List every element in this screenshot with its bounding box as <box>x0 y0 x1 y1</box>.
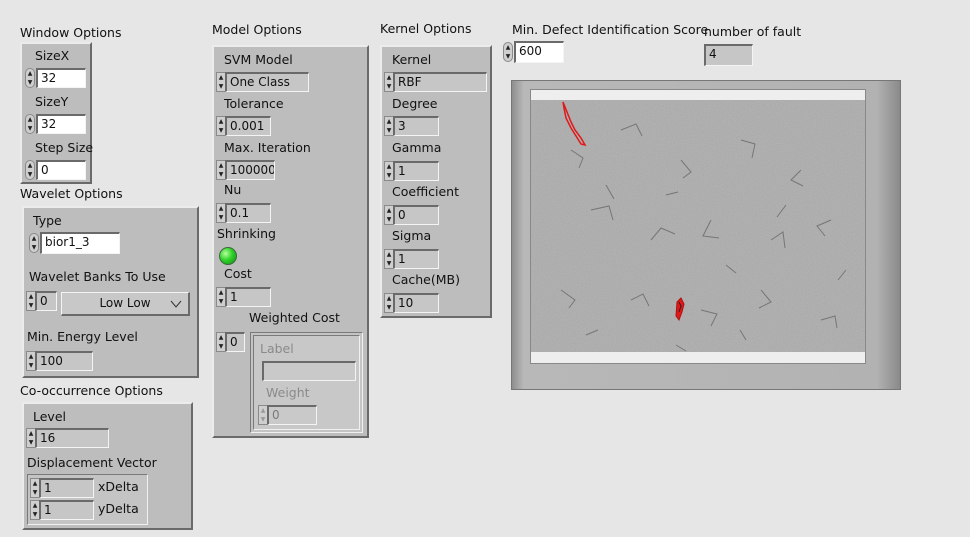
ydelta-label: yDelta <box>98 501 139 516</box>
window-options-title: Window Options <box>20 25 122 40</box>
coefficient-input[interactable]: 0 <box>393 205 439 225</box>
degree-label: Degree <box>392 96 438 111</box>
xdelta-input[interactable]: 1 <box>39 478 94 498</box>
weighted-weight-input[interactable]: 0 <box>267 405 317 425</box>
weighted-cost-index[interactable]: 0 <box>225 332 245 352</box>
svm-model-label: SVM Model <box>224 52 293 67</box>
image-display-frame <box>511 80 901 390</box>
number-of-fault-indicator: 4 <box>704 44 753 66</box>
model-options-title: Model Options <box>212 22 302 37</box>
step-size-input[interactable]: 0 <box>36 160 86 180</box>
cache-label: Cache(MB) <box>392 272 460 287</box>
level-label: Level <box>33 409 66 424</box>
displacement-vector-cluster: ▲ ▼ 1 xDelta ▲ ▼ 1 yDelta <box>27 474 148 525</box>
step-size-spinner[interactable]: ▲ ▼ <box>25 160 35 180</box>
tolerance-label: Tolerance <box>224 96 284 111</box>
window-options-cluster: SizeX ▲ ▼ 32 SizeY ▲ ▼ 32 Step Size ▲ ▼ 0 <box>20 42 94 184</box>
model-options-cluster: SVM Model ▲ ▼ One Class Tolerance ▲ ▼ 0.00… <box>212 45 369 438</box>
tolerance-input[interactable]: 0.001 <box>225 116 271 136</box>
min-defect-score-spinner[interactable]: ▲ ▼ <box>503 42 513 62</box>
cache-input[interactable]: 10 <box>393 293 439 313</box>
gamma-label: Gamma <box>392 140 442 155</box>
min-energy-label: Min. Energy Level <box>27 329 138 344</box>
degree-input[interactable]: 3 <box>393 116 439 136</box>
wavelet-type-input[interactable]: bior1_3 <box>40 232 120 254</box>
sizey-spinner[interactable]: ▲ ▼ <box>25 114 35 134</box>
wavelet-banks-label: Wavelet Banks To Use <box>29 269 166 284</box>
xdelta-label: xDelta <box>98 479 139 494</box>
nu-input[interactable]: 0.1 <box>225 203 271 223</box>
wavelet-banks-value: Low Low <box>99 296 151 310</box>
wavelet-banks-dropdown[interactable]: Low Low <box>61 292 190 316</box>
kernel-options-cluster: Kernel ▲ ▼ RBF Degree ▲ ▼ 3 Gamma ▲ ▼ 1 Coe… <box>380 45 492 318</box>
defect-image[interactable] <box>530 89 866 364</box>
sizey-input[interactable]: 32 <box>36 114 86 134</box>
wavelet-banks-index[interactable]: 0 <box>35 291 57 311</box>
coefficient-label: Coefficient <box>392 184 460 199</box>
kernel-label: Kernel <box>392 52 432 67</box>
number-of-fault-label: number of fault <box>704 24 802 39</box>
weighted-label-label: Label <box>260 341 294 356</box>
wavelet-type-label: Type <box>33 213 62 228</box>
cost-input[interactable]: 1 <box>225 287 271 307</box>
chevron-down-icon <box>170 300 182 308</box>
min-energy-input[interactable]: 100 <box>35 351 93 371</box>
displacement-vector-label: Displacement Vector <box>27 455 157 470</box>
min-defect-score-label: Min. Defect Identification Score <box>512 22 709 37</box>
wavelet-type-spinner[interactable]: ▲ ▼ <box>29 233 39 253</box>
max-iteration-input[interactable]: 100000 <box>225 160 275 180</box>
defect-outline-1 <box>562 101 587 147</box>
level-input[interactable]: 16 <box>35 428 109 448</box>
wavelet-options-title: Wavelet Options <box>20 186 123 201</box>
cooccurrence-options-cluster: Level ▲ ▼ 16 Displacement Vector ▲ ▼ 1 xDe… <box>22 402 193 530</box>
min-defect-score-input[interactable]: 600 <box>514 41 564 63</box>
weighted-weight-label: Weight <box>266 385 310 400</box>
shrinking-led-toggle[interactable] <box>219 247 237 265</box>
ydelta-input[interactable]: 1 <box>39 500 94 520</box>
weighted-cost-array: Label Weight ▲ ▼ 0 <box>250 332 363 433</box>
sizex-label: SizeX <box>35 48 70 63</box>
kernel-select[interactable]: RBF <box>393 72 487 92</box>
sigma-input[interactable]: 1 <box>393 249 439 269</box>
step-size-label: Step Size <box>35 140 94 155</box>
nu-label: Nu <box>224 182 242 197</box>
weighted-cost-element: Label Weight ▲ ▼ 0 <box>253 335 360 430</box>
max-iteration-label: Max. Iteration <box>224 140 311 155</box>
weighted-label-input[interactable] <box>262 361 356 381</box>
cooccurrence-options-title: Co-occurrence Options <box>20 383 163 398</box>
defect-overlay <box>562 101 685 322</box>
weighted-cost-label: Weighted Cost <box>249 310 340 325</box>
sigma-label: Sigma <box>392 228 432 243</box>
wavelet-options-cluster: Type ▲ ▼ bior1_3 Wavelet Banks To Use ▲ ▼ … <box>22 206 199 378</box>
sizex-input[interactable]: 32 <box>36 68 86 88</box>
kernel-options-title: Kernel Options <box>380 21 472 36</box>
shrinking-label: Shrinking <box>217 226 276 241</box>
svm-model-select[interactable]: One Class <box>225 72 309 92</box>
sizex-spinner[interactable]: ▲ ▼ <box>25 68 35 88</box>
gamma-input[interactable]: 1 <box>393 161 439 181</box>
cost-label: Cost <box>224 266 252 281</box>
sizey-label: SizeY <box>35 94 69 109</box>
